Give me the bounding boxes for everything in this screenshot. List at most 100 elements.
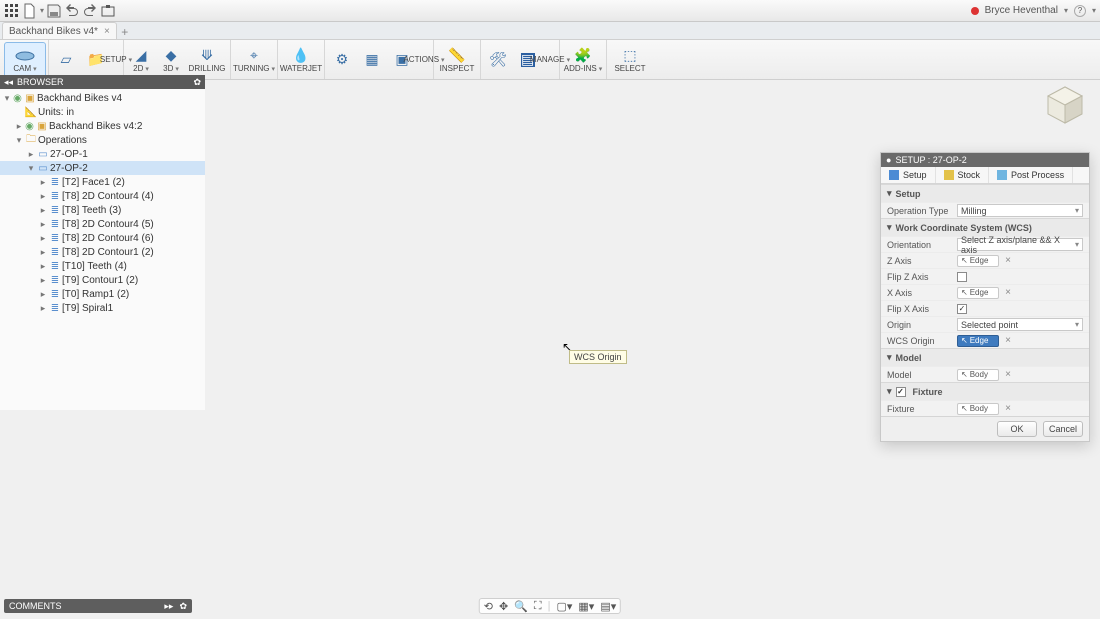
actions-dropdown[interactable]: ACTIONS — [417, 42, 431, 78]
grid-toggle[interactable]: ▦▾ — [578, 600, 594, 613]
2d-icon: ◢ — [136, 47, 147, 65]
undo-icon[interactable] — [64, 3, 80, 19]
manage-tools-button[interactable]: 🛠 — [483, 42, 513, 78]
toolpath-icon: ≣ — [48, 219, 62, 230]
flipz-checkbox[interactable] — [957, 272, 967, 282]
model-body-selector[interactable]: ↖Body — [957, 369, 999, 381]
section-fixture-header[interactable]: ▾✓Fixture — [881, 382, 1089, 400]
inspect-button[interactable]: 📏INSPECT — [436, 42, 478, 78]
screenshot-icon[interactable] — [100, 3, 116, 19]
file-dropdown[interactable]: ▾ — [40, 6, 44, 15]
cancel-button[interactable]: Cancel — [1043, 421, 1083, 437]
redo-icon[interactable] — [82, 3, 98, 19]
label-flipx: Flip X Axis — [887, 304, 957, 314]
tab-setup[interactable]: Setup — [881, 167, 936, 183]
user-name[interactable]: Bryce Heventhal — [985, 5, 1058, 16]
select-button[interactable]: ⬚SELECT — [609, 42, 651, 78]
setup-dialog-titlebar[interactable]: ●SETUP : 27-OP-2 — [881, 153, 1089, 167]
drilling-button[interactable]: ⟱DRILLING — [186, 42, 228, 78]
toolpath-icon: ≣ — [48, 275, 62, 286]
tab-stock[interactable]: Stock — [936, 167, 990, 183]
help-icon[interactable]: ? — [1074, 5, 1086, 17]
operation-type-select[interactable]: Milling — [957, 204, 1083, 217]
display-style-dropdown[interactable]: ▢▾ — [556, 600, 572, 613]
visibility-icon[interactable]: ◉ — [24, 121, 35, 132]
clear-wcsorigin-button[interactable]: × — [1003, 336, 1013, 346]
flipx-checkbox[interactable]: ✓ — [957, 304, 967, 314]
tree-op[interactable]: ▸≣[T10] Teeth (4) — [0, 259, 205, 273]
tree-operations[interactable]: ▾🗀Operations — [0, 133, 205, 147]
file-icon[interactable] — [22, 3, 38, 19]
comments-expand-icon[interactable]: ▸▸ — [164, 601, 173, 612]
viewport-layout-dropdown[interactable]: ▤▾ — [600, 600, 616, 613]
new-tab-button[interactable]: + — [117, 25, 133, 39]
addins-button[interactable]: 🧩ADD-INS — [562, 42, 604, 78]
comments-settings-icon[interactable]: ✿ — [179, 601, 187, 612]
section-wcs-header[interactable]: ▾Work Coordinate System (WCS) — [881, 218, 1089, 236]
component-icon: ▣ — [35, 121, 49, 132]
wcs-origin-selector[interactable]: ↖Edge — [957, 335, 999, 347]
fixture-enable-checkbox[interactable]: ✓ — [896, 387, 906, 397]
actions-sim-button[interactable]: ▦ — [357, 42, 387, 78]
tree-op[interactable]: ▸≣[T8] 2D Contour4 (5) — [0, 217, 205, 231]
user-dropdown[interactable]: ▾ — [1064, 6, 1068, 15]
workspace-cam-button[interactable]: CAM — [4, 42, 46, 78]
xaxis-edge-selector[interactable]: ↖Edge — [957, 287, 999, 299]
tree-setup-1[interactable]: ▸▭27-OP-1 — [0, 147, 205, 161]
toolpath-icon: ≣ — [48, 191, 62, 202]
tree-setup-2[interactable]: ▾▭27-OP-2 — [0, 161, 205, 175]
tree-root[interactable]: ▾◉▣Backhand Bikes v4 — [0, 91, 205, 105]
section-setup-header[interactable]: ▾Setup — [881, 184, 1089, 202]
component-icon: ▣ — [23, 93, 37, 104]
setup-icon: ▭ — [36, 163, 50, 174]
chevron-down-icon: ▾ — [887, 352, 892, 363]
document-tab[interactable]: Backhand Bikes v4* × — [2, 22, 117, 39]
zaxis-edge-selector[interactable]: ↖Edge — [957, 255, 999, 267]
help-dropdown[interactable]: ▾ — [1092, 6, 1096, 15]
orientation-select[interactable]: Select Z axis/plane && X axis — [957, 238, 1083, 251]
ok-button[interactable]: OK — [997, 421, 1037, 437]
section-model-header[interactable]: ▾Model — [881, 348, 1089, 366]
2d-button[interactable]: ◢2D — [126, 42, 156, 78]
origin-select[interactable]: Selected point — [957, 318, 1083, 331]
label-model: Model — [887, 370, 957, 380]
browser-panel: ◂◂ BROWSER ✿ ▾◉▣Backhand Bikes v4 📐Units… — [0, 75, 205, 410]
tab-post-process[interactable]: Post Process — [989, 167, 1073, 183]
pan-icon[interactable]: ✥ — [499, 600, 508, 613]
record-icon — [971, 7, 979, 15]
setup-new-button[interactable]: ▱ — [51, 42, 81, 78]
setup-tab-icon — [889, 170, 899, 180]
tree-op[interactable]: ▸≣[T8] 2D Contour1 (2) — [0, 245, 205, 259]
tree-op[interactable]: ▸≣[T9] Contour1 (2) — [0, 273, 205, 287]
tree-units[interactable]: 📐Units: in — [0, 105, 205, 119]
manage-dropdown[interactable]: MANAGE — [543, 42, 557, 78]
close-icon[interactable]: × — [104, 26, 110, 37]
clear-zaxis-button[interactable]: × — [1003, 256, 1013, 266]
browser-collapse-icon[interactable]: ◂◂ — [4, 77, 13, 88]
tree-op[interactable]: ▸≣[T8] 2D Contour4 (6) — [0, 231, 205, 245]
actions-gen-button[interactable]: ⚙ — [327, 42, 357, 78]
tree-op[interactable]: ▸≣[T8] Teeth (3) — [0, 203, 205, 217]
turning-button[interactable]: ⌖TURNING — [233, 42, 275, 78]
setup-dropdown[interactable]: SETUP — [111, 42, 121, 78]
tree-op[interactable]: ▸≣[T0] Ramp1 (2) — [0, 287, 205, 301]
orbit-icon[interactable]: ⟲ — [484, 600, 493, 613]
clear-model-button[interactable]: × — [1003, 370, 1013, 380]
fixture-body-selector[interactable]: ↖Body — [957, 403, 999, 415]
save-icon[interactable] — [46, 3, 62, 19]
view-cube[interactable] — [1044, 84, 1086, 126]
clear-fixture-button[interactable]: × — [1003, 404, 1013, 414]
folder-icon: 🗀 — [24, 132, 38, 149]
app-grid-icon[interactable] — [4, 3, 20, 19]
clear-xaxis-button[interactable]: × — [1003, 288, 1013, 298]
tree-op[interactable]: ▸≣[T2] Face1 (2) — [0, 175, 205, 189]
3d-button[interactable]: ◆3D — [156, 42, 186, 78]
zoom-icon[interactable]: 🔍 — [514, 600, 528, 613]
browser-settings-icon[interactable]: ✿ — [193, 77, 201, 88]
waterjet-button[interactable]: 💧WATERJET — [280, 42, 322, 78]
visibility-icon[interactable]: ◉ — [12, 93, 23, 104]
comments-bar[interactable]: COMMENTS ▸▸ ✿ — [4, 599, 192, 613]
zoom-fit-icon[interactable]: ⛶ — [534, 600, 542, 613]
tree-op[interactable]: ▸≣[T8] 2D Contour4 (4) — [0, 189, 205, 203]
tree-op[interactable]: ▸≣[T9] Spiral1 — [0, 301, 205, 315]
